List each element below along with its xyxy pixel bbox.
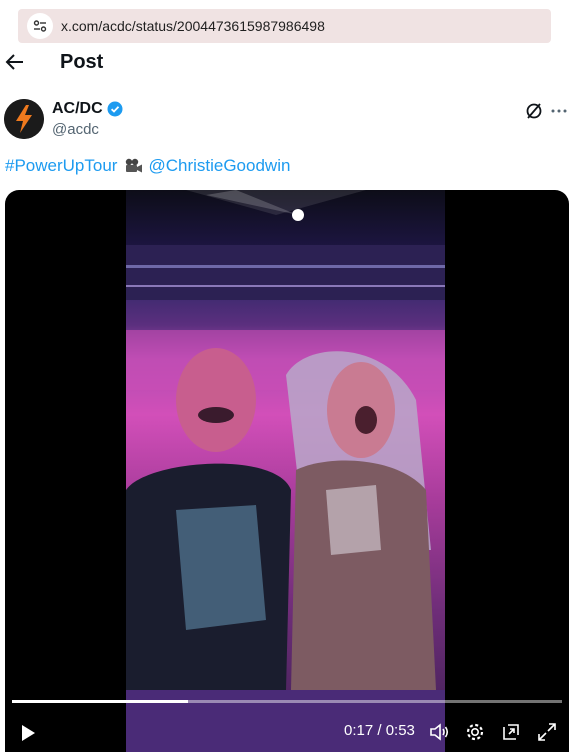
- picture-in-picture-icon[interactable]: [500, 721, 522, 743]
- concert-scene-illustration: [126, 190, 445, 752]
- video-progress-fill: [12, 700, 188, 703]
- post-text: #PowerUpTour @ChristieGoodwin: [5, 156, 290, 176]
- address-bar[interactable]: x.com/acdc/status/2004473615987986498: [18, 9, 551, 43]
- settings-gear-icon[interactable]: [464, 721, 486, 743]
- video-player[interactable]: 0:17 / 0:53: [5, 190, 569, 752]
- play-icon[interactable]: [17, 722, 39, 744]
- hashtag-link[interactable]: #PowerUpTour: [5, 156, 117, 176]
- back-arrow-icon[interactable]: [5, 53, 25, 71]
- volume-icon[interactable]: [428, 721, 450, 743]
- author-name-row: AC/DC: [52, 100, 123, 118]
- page-title: Post: [60, 51, 104, 73]
- video-time: 0:17 / 0:53: [344, 722, 415, 739]
- video-frame: [126, 190, 445, 752]
- movie-camera-icon: [126, 158, 143, 173]
- url-text[interactable]: x.com/acdc/status/2004473615987986498: [61, 18, 325, 34]
- more-options-icon[interactable]: [551, 101, 567, 121]
- grok-icon[interactable]: [524, 101, 544, 121]
- avatar[interactable]: [4, 99, 44, 139]
- author-display-name[interactable]: AC/DC: [52, 100, 103, 118]
- site-settings-icon[interactable]: [27, 13, 53, 39]
- mention-link[interactable]: @ChristieGoodwin: [148, 156, 290, 176]
- video-progress-track[interactable]: [12, 700, 562, 703]
- post-header: Post: [0, 44, 569, 80]
- fullscreen-icon[interactable]: [536, 721, 558, 743]
- verified-badge-icon: [107, 101, 123, 117]
- author-handle[interactable]: @acdc: [52, 121, 99, 138]
